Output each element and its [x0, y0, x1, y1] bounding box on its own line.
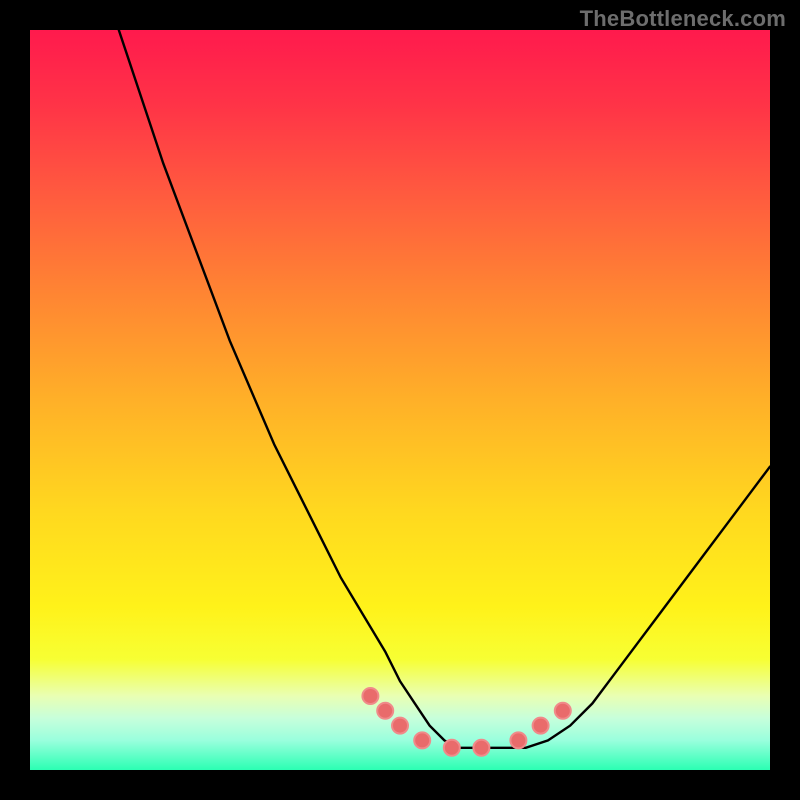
chart-frame: TheBottleneck.com [0, 0, 800, 800]
plot-area [30, 30, 770, 770]
valley-dot [444, 740, 460, 756]
valley-dot [510, 732, 526, 748]
valley-dot [362, 688, 378, 704]
valley-dot [392, 718, 408, 734]
valley-markers [362, 688, 570, 756]
valley-dot [414, 732, 430, 748]
curve-layer [30, 30, 770, 770]
valley-dot [533, 718, 549, 734]
valley-dot [555, 703, 571, 719]
valley-dot [377, 703, 393, 719]
bottleneck-curve [119, 30, 770, 748]
valley-dot [473, 740, 489, 756]
watermark-text: TheBottleneck.com [580, 6, 786, 32]
